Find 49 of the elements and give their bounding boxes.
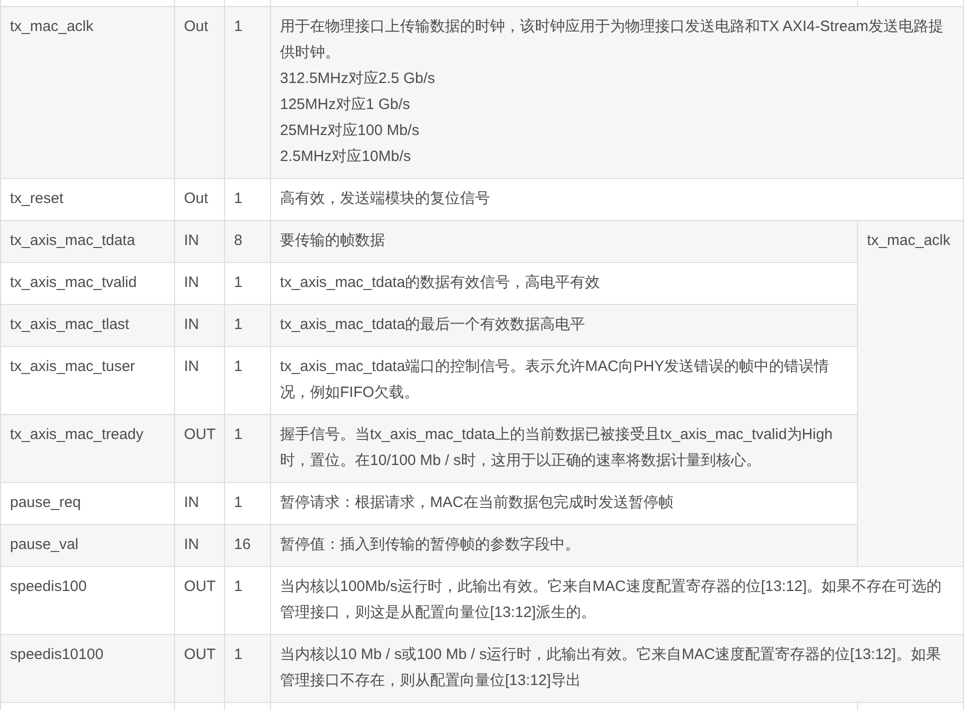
table-cell: speedis10100	[0, 634, 174, 702]
table-cell: 1	[224, 6, 270, 178]
table-cell: tx_axis_mac_tdata的最后一个有效数据高电平	[270, 304, 858, 346]
table-cell: IN	[174, 524, 224, 566]
description-line: 25MHz对应100 Mb/s	[280, 121, 420, 141]
table-cell: IN	[174, 346, 224, 414]
table-cell: pause_req	[0, 482, 174, 524]
table-cell: IN	[174, 220, 224, 262]
table-cell: 1	[224, 178, 270, 220]
description-line: 2.5MHz对应10Mb/s	[280, 147, 412, 167]
table-cell: tx_axis_mac_tready	[0, 414, 174, 482]
table-cell: 暂停请求：根据请求，MAC在当前数据包完成时发送暂停帧	[270, 482, 858, 524]
description-line: 用于在物理接口上传输数据的时钟，该时钟应用于为物理接口发送电路和TX AXI4-Stream发送电路提供时钟。	[280, 17, 944, 63]
table-cell: 8	[224, 220, 270, 262]
description-line: 312.5MHz对应2.5 Gb/s	[280, 69, 436, 89]
table-cell: tx_axis_mac_tdata端口的控制信号。表示允许MAC向PHY发送错误的帧中的错误情况，例如FIFO欠载。	[270, 346, 858, 414]
table-cell: tx_axis_mac_tdata的数据有效信号，高电平有效	[270, 262, 858, 304]
table-cell: 16	[224, 524, 270, 566]
table-cell: tx_axis_mac_tuser	[0, 346, 174, 414]
table-cell: OUT	[174, 634, 224, 702]
table-cell: 1	[224, 634, 270, 702]
table-cell: OUT	[174, 414, 224, 482]
table-cell: 高有效，发送端模块的复位信号	[270, 178, 964, 220]
table-cell: 1	[224, 262, 270, 304]
table-cell: 要传输的帧数据	[270, 220, 858, 262]
table-cell: pause_val	[0, 524, 174, 566]
table-cell: OUT	[174, 566, 224, 634]
table-cell: tx_reset	[0, 178, 174, 220]
table-cell: tx_mac_aclk	[0, 6, 174, 178]
table-cell: speedis100	[0, 566, 174, 634]
table-cell: tx_axis_mac_tlast	[0, 304, 174, 346]
table-cell: 暂停值：插入到传输的暂停帧的参数字段中。	[270, 524, 858, 566]
table-cell: 1	[224, 566, 270, 634]
table-cell: tx_mac_aclk	[858, 220, 964, 566]
table-cell: 当内核以10 Mb / s或100 Mb / s运行时，此输出有效。它来自MAC速度配置寄存器的位[13:12]。如果管理接口不存在，则从配置向量位[13:12]导出	[270, 634, 964, 702]
table-cell: 握手信号。当tx_axis_mac_tdata上的当前数据已被接受且tx_axis_mac_tvalid为High时，置位。在10/100 Mb / s时，这用于以正确的速率将数据计量到核心。	[270, 414, 858, 482]
table-cell: IN	[174, 482, 224, 524]
description-line: 125MHz对应1 Gb/s	[280, 95, 412, 115]
table-cell: IN	[174, 262, 224, 304]
table-cell: Out	[174, 178, 224, 220]
table-cell: 1	[224, 346, 270, 414]
table-cell: Out	[174, 6, 224, 178]
table-cell: 1	[224, 304, 270, 346]
table-cell: IN	[174, 304, 224, 346]
table-cell: tx_axis_mac_tdata	[0, 220, 174, 262]
table-cell: 1	[224, 414, 270, 482]
table-cell: tx_axis_mac_tvalid	[0, 262, 174, 304]
table-cell: 当内核以100Mb/s运行时，此输出有效。它来自MAC速度配置寄存器的位[13:12]。如果不存在可选的管理接口，则这是从配置向量位[13:12]派生的。	[270, 566, 964, 634]
table-cell: 1	[224, 482, 270, 524]
